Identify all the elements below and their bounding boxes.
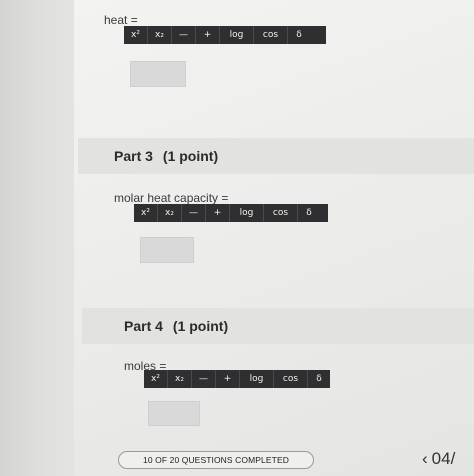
- moles-equation-toolbar: x² x₂ — + log cos δ: [144, 370, 330, 388]
- previous-chevron-icon[interactable]: ‹: [422, 449, 428, 469]
- heat-label: heat =: [104, 13, 138, 27]
- fraction-button[interactable]: —: [182, 204, 206, 222]
- superscript-button[interactable]: x²: [124, 26, 148, 44]
- plus-button[interactable]: +: [206, 204, 230, 222]
- part3-title: Part 3: [114, 148, 153, 164]
- fraction-button[interactable]: —: [192, 370, 216, 388]
- question-navigation: ‹ 04/: [422, 446, 455, 472]
- log-button[interactable]: log: [240, 370, 274, 388]
- log-button[interactable]: log: [230, 204, 264, 222]
- part3-points: (1 point): [162, 148, 219, 164]
- moles-answer-input[interactable]: [148, 401, 200, 426]
- cos-button[interactable]: cos: [264, 204, 298, 222]
- part3-header: Part 3 (1 point): [78, 138, 474, 174]
- log-button[interactable]: log: [220, 26, 254, 44]
- superscript-button[interactable]: x²: [144, 370, 168, 388]
- progress-text: 10 OF 20 QUESTIONS COMPLETED: [143, 455, 289, 465]
- molar-heat-capacity-answer-input[interactable]: [140, 237, 194, 263]
- part3-heading: Part 3 (1 point): [114, 148, 218, 164]
- molar-heat-capacity-label: molar heat capacity =: [114, 191, 229, 205]
- subscript-button[interactable]: x₂: [148, 26, 172, 44]
- plus-button[interactable]: +: [216, 370, 240, 388]
- questions-progress-pill: 10 OF 20 QUESTIONS COMPLETED: [118, 451, 314, 469]
- plus-button[interactable]: +: [196, 26, 220, 44]
- part4-points: (1 point): [172, 318, 229, 334]
- subscript-button[interactable]: x₂: [158, 204, 182, 222]
- superscript-button[interactable]: x²: [134, 204, 158, 222]
- heat-equation-toolbar: x² x₂ — + log cos δ: [124, 26, 326, 44]
- delta-button[interactable]: δ: [298, 204, 320, 222]
- fraction-button[interactable]: —: [172, 26, 196, 44]
- cos-button[interactable]: cos: [254, 26, 288, 44]
- left-gutter: [0, 0, 78, 476]
- heat-answer-input[interactable]: [130, 61, 186, 87]
- delta-button[interactable]: δ: [288, 26, 310, 44]
- molar-heat-equation-toolbar: x² x₂ — + log cos δ: [134, 204, 328, 222]
- subscript-button[interactable]: x₂: [168, 370, 192, 388]
- part4-header: Part 4 (1 point): [82, 308, 474, 344]
- page-indicator: 04/: [431, 449, 456, 468]
- part4-heading: Part 4 (1 point): [124, 318, 228, 334]
- delta-button[interactable]: δ: [308, 370, 330, 388]
- part4-title: Part 4: [124, 318, 163, 334]
- cos-button[interactable]: cos: [274, 370, 308, 388]
